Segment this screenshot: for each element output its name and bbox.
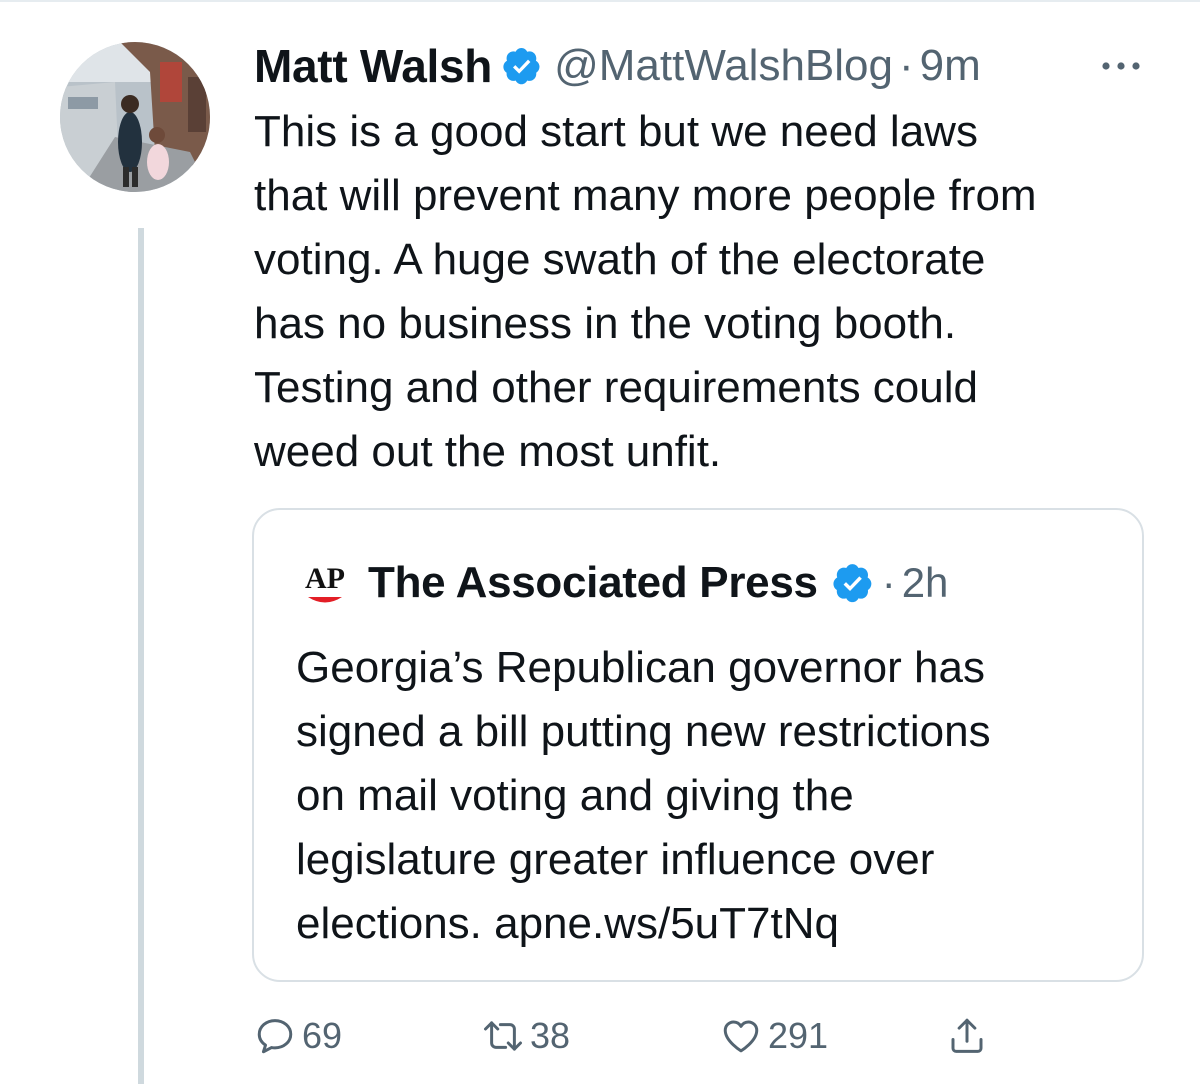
quoted-tweet-header: AP The Associated Press · 2h: [298, 552, 948, 614]
quoted-header-separator: ·: [881, 559, 896, 606]
author-avatar[interactable]: [60, 42, 210, 192]
retweet-button[interactable]: 38: [482, 1010, 570, 1062]
quoted-verified-badge-icon: [833, 564, 872, 603]
reply-count: 69: [302, 1015, 343, 1056]
like-button[interactable]: 291: [720, 1010, 828, 1062]
quoted-tweet-timestamp: 2h: [901, 559, 949, 606]
like-count: 291: [768, 1015, 829, 1056]
reply-icon: [257, 1019, 293, 1054]
tweet-text: This is a good start but we need laws th…: [254, 107, 1037, 476]
tweet-actions: 69 38 291: [254, 1010, 1014, 1062]
avatar-photo: [60, 42, 210, 192]
header-separator: ·: [899, 41, 914, 90]
top-divider: [0, 0, 1200, 2]
retweet-count: 38: [530, 1015, 571, 1056]
tweet-timestamp[interactable]: 9m: [920, 41, 981, 91]
share-icon: [951, 1018, 983, 1053]
share-button[interactable]: [946, 1010, 988, 1062]
author-handle[interactable]: @MattWalshBlog: [554, 41, 893, 91]
tweet-header: Matt Walsh @MattWalshBlog · 9m: [254, 38, 981, 94]
more-options-icon[interactable]: [1098, 58, 1144, 74]
author-name[interactable]: Matt Walsh: [254, 39, 492, 93]
quoted-author-name: The Associated Press: [368, 558, 818, 607]
ap-logo: AP: [299, 557, 351, 609]
ap-logo-text: AP: [305, 562, 345, 595]
like-icon: [723, 1020, 759, 1053]
quoted-tweet-text: Georgia’s Republican governor has signed…: [296, 643, 991, 948]
retweet-icon: [484, 1021, 522, 1051]
thread-line: [138, 228, 144, 1084]
reply-button[interactable]: 69: [254, 1010, 342, 1062]
quoted-tweet-card[interactable]: AP The Associated Press · 2h Georgia’s R…: [252, 508, 1144, 982]
verified-badge-icon: [503, 48, 540, 85]
